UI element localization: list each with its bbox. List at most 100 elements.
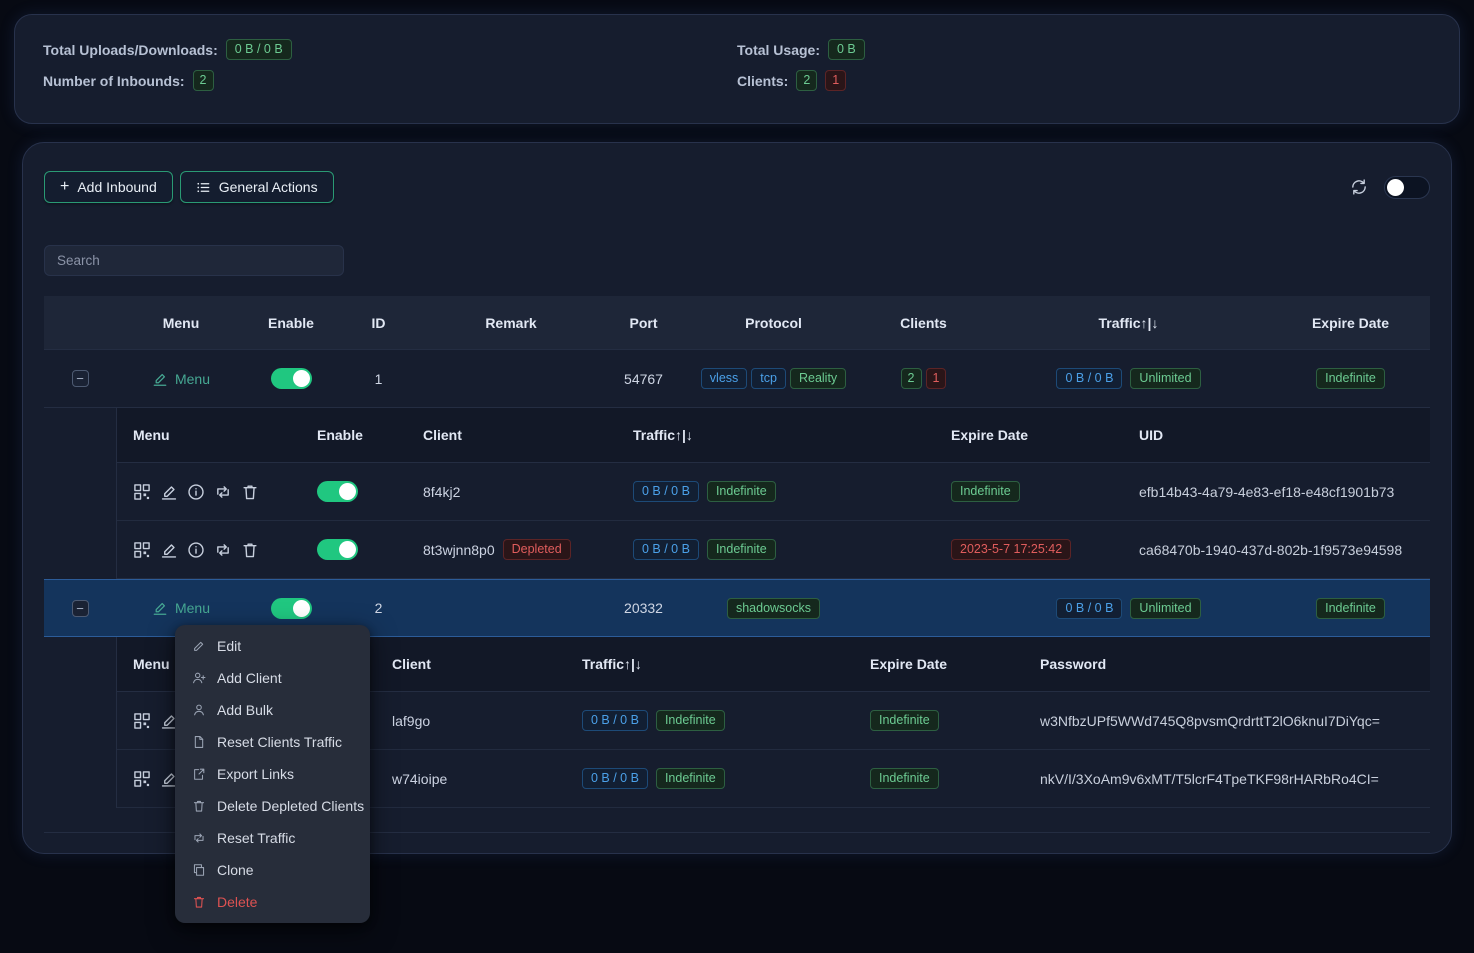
menu-item-clone[interactable]: Clone bbox=[175, 854, 370, 886]
export-icon bbox=[192, 767, 206, 781]
header-expire-date: Expire Date bbox=[935, 427, 1123, 443]
client-uid: efb14b43-4a79-4e83-ef18-e48cf1901b73 bbox=[1123, 484, 1430, 500]
client-traffic: 0 B / 0 B Indefinite bbox=[566, 710, 854, 731]
inbound-enable-toggle[interactable] bbox=[271, 598, 312, 619]
clients-active-count: 2 bbox=[796, 70, 817, 91]
stats-right-column: Total Usage: 0 B Clients: 2 1 bbox=[737, 39, 1431, 99]
inbound-traffic: 0 B / 0 B Unlimited bbox=[986, 368, 1271, 389]
toggle-knob bbox=[339, 483, 356, 500]
clients-label: Clients: bbox=[737, 73, 788, 89]
dark-mode-toggle[interactable] bbox=[1384, 176, 1430, 199]
inbound-context-menu: Edit Add Client Add Bulk Reset Clients T… bbox=[175, 625, 370, 923]
qr-code-icon bbox=[133, 770, 151, 788]
client-name: 8t3wjnn8p0 bbox=[423, 542, 495, 558]
total-usage-label: Total Usage: bbox=[737, 42, 820, 58]
inbound-protocol-tags: shadowsocks bbox=[686, 598, 861, 619]
client-uid: ca68470b-1940-437d-802b-1f9573e94598 bbox=[1123, 542, 1430, 558]
menu-item-delete[interactable]: Delete bbox=[175, 886, 370, 918]
expire-tag: 2023-5-7 17:25:42 bbox=[951, 539, 1071, 560]
client-enable-toggle[interactable] bbox=[317, 539, 358, 560]
reset-client-traffic-button[interactable] bbox=[214, 483, 232, 501]
inbound-row-1: − Menu 1 54767 vless bbox=[44, 350, 1430, 408]
general-actions-button[interactable]: General Actions bbox=[180, 171, 334, 203]
edit-icon bbox=[192, 639, 206, 653]
qrcode-button[interactable] bbox=[133, 712, 151, 730]
header-traffic[interactable]: Traffic↑|↓ bbox=[617, 427, 935, 443]
number-of-inbounds-value: 2 bbox=[193, 70, 214, 91]
inbound-expire: Indefinite bbox=[1271, 598, 1430, 619]
refresh-icon[interactable] bbox=[1350, 178, 1368, 196]
qrcode-button[interactable] bbox=[133, 483, 151, 501]
qrcode-button[interactable] bbox=[133, 541, 151, 559]
trash-icon bbox=[241, 541, 259, 559]
client-name-cell: 8t3wjnn8p0 Depleted bbox=[407, 539, 617, 560]
client-name: w74ioipe bbox=[376, 771, 566, 787]
traffic-tag: 0 B / 0 B bbox=[633, 539, 699, 560]
header-expire-date: Expire Date bbox=[1271, 315, 1430, 331]
edit-client-button[interactable] bbox=[160, 483, 178, 501]
client-info-button[interactable] bbox=[187, 541, 205, 559]
header-traffic[interactable]: Traffic↑|↓ bbox=[986, 315, 1271, 331]
expire-tag: Indefinite bbox=[870, 768, 939, 789]
inbound-port: 20332 bbox=[601, 600, 686, 616]
copy-icon bbox=[192, 863, 206, 877]
client-traffic: 0 B / 0 B Indefinite bbox=[566, 768, 854, 789]
delete-client-button[interactable] bbox=[241, 541, 259, 559]
menu-item-edit[interactable]: Edit bbox=[175, 630, 370, 662]
client-actions bbox=[133, 541, 259, 559]
info-icon bbox=[187, 541, 205, 559]
collapse-row-button[interactable]: − bbox=[72, 600, 89, 617]
menu-item-reset-clients-traffic[interactable]: Reset Clients Traffic bbox=[175, 726, 370, 758]
traffic-limit-tag: Indefinite bbox=[707, 539, 776, 560]
inbound-menu-button[interactable]: Menu bbox=[152, 600, 210, 616]
depleted-clients-tag: 1 bbox=[926, 368, 947, 389]
menu-item-add-client[interactable]: Add Client bbox=[175, 662, 370, 694]
inbound-expire: Indefinite bbox=[1271, 368, 1430, 389]
edit-client-button[interactable] bbox=[160, 541, 178, 559]
menu-item-add-bulk[interactable]: Add Bulk bbox=[175, 694, 370, 726]
list-icon bbox=[196, 180, 211, 195]
toggle-knob bbox=[339, 541, 356, 558]
inbounds-table-header: Menu Enable ID Remark Port Protocol Clie… bbox=[44, 296, 1430, 350]
delete-client-button[interactable] bbox=[241, 483, 259, 501]
client-row: 8f4kj2 0 B / 0 B Indefinite Indefinite e… bbox=[117, 463, 1430, 521]
client-expire: Indefinite bbox=[854, 768, 1024, 789]
header-expire-date: Expire Date bbox=[854, 656, 1024, 672]
number-of-inbounds-stat: Number of Inbounds: 2 bbox=[43, 70, 737, 91]
collapse-row-button[interactable]: − bbox=[72, 370, 89, 387]
inbound-traffic: 0 B / 0 B Unlimited bbox=[986, 598, 1271, 619]
depleted-tag: Depleted bbox=[503, 539, 571, 560]
expire-tag: Indefinite bbox=[1316, 368, 1385, 389]
qr-code-icon bbox=[133, 483, 151, 501]
client-password: nkV/I/3XoAm9v6xMT/T5lcrF4TpeTKF98rHARbRo… bbox=[1024, 771, 1430, 787]
menu-item-reset-traffic[interactable]: Reset Traffic bbox=[175, 822, 370, 854]
trash-icon bbox=[241, 483, 259, 501]
client-traffic: 0 B / 0 B Indefinite bbox=[617, 481, 935, 502]
client-actions bbox=[133, 483, 259, 501]
users-icon bbox=[192, 703, 206, 717]
client-enable-toggle[interactable] bbox=[317, 481, 358, 502]
inbound-enable-toggle[interactable] bbox=[271, 368, 312, 389]
edit-icon bbox=[152, 600, 168, 616]
reset-client-traffic-button[interactable] bbox=[214, 541, 232, 559]
search-input[interactable] bbox=[44, 245, 344, 276]
client-name: 8f4kj2 bbox=[407, 484, 617, 500]
client-info-button[interactable] bbox=[187, 483, 205, 501]
header-clients: Clients bbox=[861, 315, 986, 331]
stats-left-column: Total Uploads/Downloads: 0 B / 0 B Numbe… bbox=[43, 39, 737, 99]
inbound-id: 1 bbox=[336, 371, 421, 387]
header-traffic[interactable]: Traffic↑|↓ bbox=[566, 656, 854, 672]
general-actions-label: General Actions bbox=[219, 179, 318, 195]
inbound-menu-button[interactable]: Menu bbox=[152, 371, 210, 387]
traffic-limit-tag: Indefinite bbox=[656, 710, 725, 731]
total-uploads-downloads-stat: Total Uploads/Downloads: 0 B / 0 B bbox=[43, 39, 737, 60]
qrcode-button[interactable] bbox=[133, 770, 151, 788]
client-expire: 2023-5-7 17:25:42 bbox=[935, 539, 1123, 560]
edit-icon bbox=[160, 541, 178, 559]
menu-item-export-links[interactable]: Export Links bbox=[175, 758, 370, 790]
add-inbound-button[interactable]: + Add Inbound bbox=[44, 171, 173, 203]
menu-item-delete-depleted-clients[interactable]: Delete Depleted Clients bbox=[175, 790, 370, 822]
qr-code-icon bbox=[133, 541, 151, 559]
inbound-client-counts: 2 1 bbox=[861, 368, 986, 389]
client-traffic: 0 B / 0 B Indefinite bbox=[617, 539, 935, 560]
